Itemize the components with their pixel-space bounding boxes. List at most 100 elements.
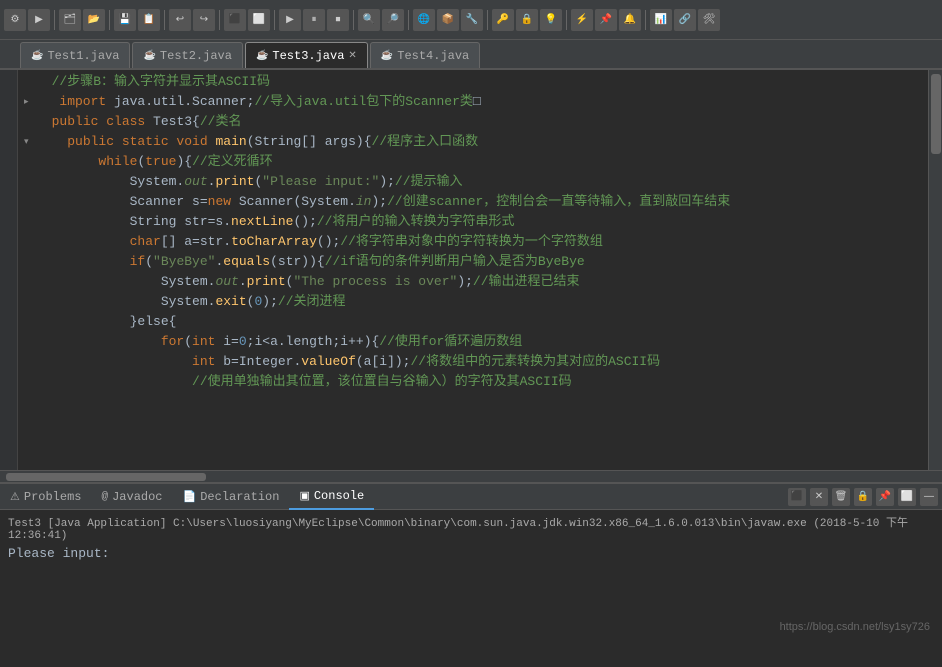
declaration-icon: 📄 bbox=[183, 490, 197, 504]
code-line-3: public class Test3{//类名 bbox=[18, 112, 928, 132]
toolbar-icon-18[interactable]: 🔧 bbox=[461, 9, 483, 31]
scroll-lock-button[interactable]: 🔒 bbox=[854, 488, 872, 506]
toolbar-icon-13[interactable]: ⏹ bbox=[327, 9, 349, 31]
tab-javadoc[interactable]: @ Javadoc bbox=[91, 484, 172, 510]
toolbar-icon-12[interactable]: ⏸ bbox=[303, 9, 325, 31]
toolbar-icon-8[interactable]: ↪ bbox=[193, 9, 215, 31]
toolbar-icon-26[interactable]: 🔗 bbox=[674, 9, 696, 31]
toolbar-sep-9 bbox=[566, 10, 567, 30]
remove-button[interactable]: ✕ bbox=[810, 488, 828, 506]
console-output[interactable]: Please input: bbox=[8, 546, 934, 561]
toolbar-icon-22[interactable]: ⚡ bbox=[571, 9, 593, 31]
left-margin bbox=[0, 70, 18, 470]
tab-test3-label: Test3.java bbox=[272, 49, 344, 63]
code-line-1: //步骤B：输入字符并显示其ASCII码 bbox=[18, 72, 928, 92]
code-line-7: Scanner s=new Scanner(System.in);//创建sca… bbox=[18, 192, 928, 212]
code-line-14: for(int i=0;i<a.length;i++){//使用for循环遍历数… bbox=[18, 332, 928, 352]
bottom-tab-bar: ⚠ Problems @ Javadoc 📄 Declaration ▣ Con… bbox=[0, 484, 942, 510]
terminate-button[interactable]: ⬛ bbox=[788, 488, 806, 506]
toolbar-icon-10[interactable]: ⬜ bbox=[248, 9, 270, 31]
toolbar-sep-3 bbox=[164, 10, 165, 30]
expand-icon-16 bbox=[24, 372, 34, 392]
code-line-15: int b=Integer.valueOf(a[i]);//将数组中的元素转换为… bbox=[18, 352, 928, 372]
code-line-13: }else{ bbox=[18, 312, 928, 332]
toolbar-icon-23[interactable]: 📌 bbox=[595, 9, 617, 31]
tab-problems[interactable]: ⚠ Problems bbox=[0, 484, 91, 510]
expand-icon-12 bbox=[24, 292, 34, 312]
toolbar-sep-7 bbox=[408, 10, 409, 30]
code-editor[interactable]: //步骤B：输入字符并显示其ASCII码 ▸ import java.util.… bbox=[18, 70, 928, 470]
code-line-8: String str=s.nextLine();//将用户的输入转换为字符串形式 bbox=[18, 212, 928, 232]
toolbar-icon-6[interactable]: 📋 bbox=[138, 9, 160, 31]
toolbar-sep-10 bbox=[645, 10, 646, 30]
tab-test3-close[interactable]: ✕ bbox=[348, 50, 356, 62]
toolbar-icon-1[interactable]: ⚙ bbox=[4, 9, 26, 31]
editor-tab-bar: ☕ Test1.java ☕ Test2.java ☕ Test3.java ✕… bbox=[0, 40, 942, 70]
code-line-6: System.out.print("Please input:");//提示输入 bbox=[18, 172, 928, 192]
expand-icon-3 bbox=[24, 112, 34, 132]
javadoc-icon: @ bbox=[101, 491, 108, 503]
toolbar-sep-5 bbox=[274, 10, 275, 30]
toolbar-icon-15[interactable]: 🔎 bbox=[382, 9, 404, 31]
code-line-10: if("ByeBye".equals(str)){//if语句的条件判断用户输入… bbox=[18, 252, 928, 272]
toolbar-sep-8 bbox=[487, 10, 488, 30]
code-line-2: ▸ import java.util.Scanner;//导入java.util… bbox=[18, 92, 928, 112]
expand-icon-2[interactable]: ▸ bbox=[24, 92, 34, 112]
toolbar-icon-9[interactable]: ⬛ bbox=[224, 9, 246, 31]
expand-icon-10 bbox=[24, 252, 34, 272]
toolbar-sep-4 bbox=[219, 10, 220, 30]
toolbar-icon-5[interactable]: 💾 bbox=[114, 9, 136, 31]
tab-declaration[interactable]: 📄 Declaration bbox=[173, 484, 290, 510]
expand-icon-5 bbox=[24, 152, 34, 172]
expand-icon-13 bbox=[24, 312, 34, 332]
tab-test3[interactable]: ☕ Test3.java ✕ bbox=[245, 42, 368, 68]
code-line-5: while(true){//定义死循环 bbox=[18, 152, 928, 172]
tab-console-label: Console bbox=[314, 489, 364, 503]
toolbar-icon-19[interactable]: 🔑 bbox=[492, 9, 514, 31]
code-line-9: char[] a=str.toCharArray();//将字符串对象中的字符转… bbox=[18, 232, 928, 252]
horizontal-scrollbar[interactable] bbox=[0, 470, 942, 482]
vertical-scrollbar[interactable] bbox=[928, 70, 942, 470]
toolbar-icon-2[interactable]: ▶ bbox=[28, 9, 50, 31]
toolbar-icon-11[interactable]: ▶ bbox=[279, 9, 301, 31]
toolbar-icon-16[interactable]: 🌐 bbox=[413, 9, 435, 31]
expand-icon-11 bbox=[24, 272, 34, 292]
toolbar-sep-1 bbox=[54, 10, 55, 30]
toolbar-icon-24[interactable]: 🔔 bbox=[619, 9, 641, 31]
toolbar-icon-7[interactable]: ↩ bbox=[169, 9, 191, 31]
toolbar-icon-17[interactable]: 📦 bbox=[437, 9, 459, 31]
toolbar-icon-20[interactable]: 🔒 bbox=[516, 9, 538, 31]
java-file-icon-2: ☕ bbox=[143, 50, 155, 62]
java-file-icon-3: ☕ bbox=[256, 50, 268, 62]
pin-button[interactable]: 📌 bbox=[876, 488, 894, 506]
toolbar-icon-4[interactable]: 📂 bbox=[83, 9, 105, 31]
tab-test4[interactable]: ☕ Test4.java bbox=[370, 42, 480, 68]
tab-problems-label: Problems bbox=[24, 490, 82, 504]
tab-declaration-label: Declaration bbox=[200, 490, 279, 504]
toolbar-icon-21[interactable]: 💡 bbox=[540, 9, 562, 31]
tab-test1-label: Test1.java bbox=[47, 49, 119, 63]
toolbar-icon-27[interactable]: 🛠 bbox=[698, 9, 720, 31]
java-file-icon-4: ☕ bbox=[381, 50, 393, 62]
scrollbar-thumb[interactable] bbox=[931, 74, 941, 154]
clear-button[interactable]: 🗑 bbox=[832, 488, 850, 506]
minimize-button[interactable]: — bbox=[920, 488, 938, 506]
expand-icon-4[interactable]: ▾ bbox=[24, 132, 34, 152]
toolbar-icon-14[interactable]: 🔍 bbox=[358, 9, 380, 31]
h-scrollbar-thumb[interactable] bbox=[6, 473, 206, 481]
tab-console[interactable]: ▣ Console bbox=[289, 484, 374, 510]
code-line-11: System.out.print("The process is over");… bbox=[18, 272, 928, 292]
expand-icon-15 bbox=[24, 352, 34, 372]
toolbar-icon-3[interactable]: 🗂 bbox=[59, 9, 81, 31]
tab-test4-label: Test4.java bbox=[397, 49, 469, 63]
code-line-12: System.exit(0);//关闭进程 bbox=[18, 292, 928, 312]
bottom-panel: ⚠ Problems @ Javadoc 📄 Declaration ▣ Con… bbox=[0, 482, 942, 667]
tab-javadoc-label: Javadoc bbox=[112, 490, 162, 504]
tab-test2-label: Test2.java bbox=[160, 49, 232, 63]
expand-icon-9 bbox=[24, 232, 34, 252]
expand-icon-8 bbox=[24, 212, 34, 232]
tab-test1[interactable]: ☕ Test1.java bbox=[20, 42, 130, 68]
tab-test2[interactable]: ☕ Test2.java bbox=[132, 42, 242, 68]
maximize-button[interactable]: ⬜ bbox=[898, 488, 916, 506]
toolbar-icon-25[interactable]: 📊 bbox=[650, 9, 672, 31]
